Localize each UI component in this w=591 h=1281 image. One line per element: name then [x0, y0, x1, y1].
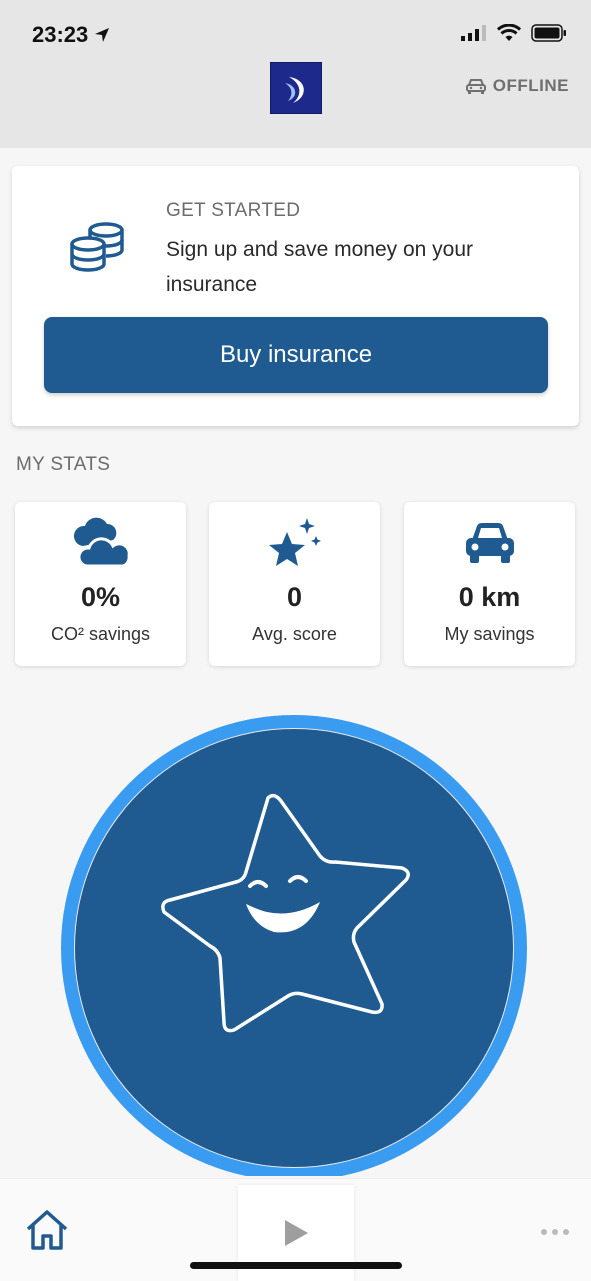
get-started-card: GET STARTED Sign up and save money on yo…	[12, 166, 579, 426]
status-indicators	[461, 24, 567, 42]
stat-label: CO² savings	[50, 624, 151, 644]
offline-label: OFFLINE	[492, 76, 569, 95]
cloud-icon	[73, 517, 131, 568]
my-stats-heading: MY STATS	[16, 454, 111, 475]
stat-label: My savings	[444, 624, 535, 644]
stat-my-savings[interactable]: 0 km My savings	[404, 502, 575, 666]
tab-more[interactable]	[540, 1223, 570, 1241]
stat-avg-score[interactable]: 0 Avg. score	[209, 502, 380, 666]
car-icon	[465, 523, 514, 563]
stat-value: 0	[286, 582, 303, 612]
app-logo	[270, 62, 322, 114]
app-header: 23:23 OFFLINE	[0, 0, 591, 148]
offline-status[interactable]: OFFLINE	[465, 76, 569, 96]
coins-icon	[70, 222, 124, 272]
get-started-title: GET STARTED	[166, 200, 301, 221]
wifi-icon	[497, 24, 521, 41]
more-icon	[541, 1229, 569, 1235]
stat-value: 0%	[80, 582, 121, 612]
stat-co2-savings[interactable]: 0% CO² savings	[15, 502, 186, 666]
tab-home[interactable]	[24, 1209, 70, 1256]
car-outline-icon	[465, 79, 486, 94]
get-started-text: Sign up and save money on your insurance	[166, 238, 474, 296]
home-icon	[26, 1210, 68, 1250]
signal-icon	[461, 25, 486, 41]
home-indicator	[190, 1262, 402, 1269]
location-arrow-icon	[95, 28, 110, 42]
battery-icon	[531, 24, 566, 42]
sparkle-star-icon	[268, 518, 321, 566]
stat-label: Avg. score	[252, 624, 337, 644]
stat-value: 0 km	[458, 582, 521, 612]
score-gauge[interactable]	[50, 706, 540, 1176]
status-time-text: 23:23	[32, 22, 89, 47]
buy-insurance-button[interactable]: Buy insurance	[44, 317, 548, 393]
play-icon	[285, 1220, 308, 1246]
status-time: 23:23	[32, 22, 110, 48]
